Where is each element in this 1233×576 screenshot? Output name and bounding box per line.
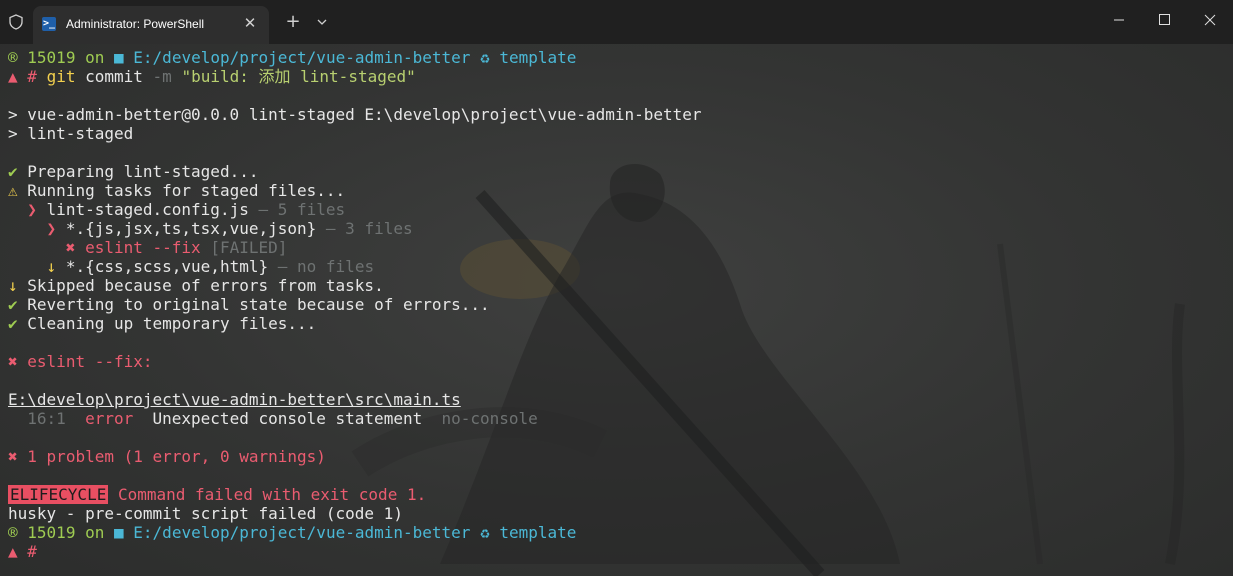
npm-script-line: > lint-staged (8, 124, 1228, 143)
close-window-button[interactable] (1187, 0, 1233, 40)
git-branch-icon: ♻ (480, 48, 490, 67)
maximize-button[interactable] (1142, 0, 1188, 40)
task-text: lint-staged.config.js (46, 200, 249, 219)
prompt-pid: 15019 (27, 48, 76, 67)
new-tab-button[interactable]: + (283, 12, 303, 32)
task-line: ✖ eslint --fix [FAILED] (8, 238, 1228, 257)
error-rule: no-console (441, 409, 538, 428)
task-text: Preparing lint-staged... (27, 162, 259, 181)
task-line: ✔ Preparing lint-staged... (8, 162, 1228, 181)
chevron-down-icon[interactable] (313, 12, 331, 32)
task-meta: — 5 files (258, 200, 346, 219)
lifecycle-line: ELIFECYCLE Command failed with exit code… (8, 485, 1228, 504)
task-line: ⚠ Running tasks for staged files... (8, 181, 1228, 200)
powershell-icon: >_ (42, 17, 56, 31)
arrow-down-icon: ↓ (8, 276, 18, 295)
task-line: ❯ lint-staged.config.js — 5 files (8, 200, 1228, 219)
task-text: Reverting to original state because of e… (27, 295, 490, 314)
prompt-path: E:/develop/project/vue-admin-better (133, 48, 471, 67)
npm-script-line: > vue-admin-better@0.0.0 lint-staged E:\… (8, 105, 1228, 124)
task-text: Skipped because of errors from tasks. (27, 276, 384, 295)
task-line: ✔ Reverting to original state because of… (8, 295, 1228, 314)
error-location: 16:1 (27, 409, 66, 428)
cross-icon: ✖ (65, 238, 76, 257)
summary-line: ✖ 1 problem (1 error, 0 warnings) (8, 447, 1228, 466)
tab-powershell[interactable]: >_ Administrator: PowerShell ✕ (33, 6, 269, 44)
minimize-button[interactable] (1096, 0, 1142, 40)
task-meta: [FAILED] (210, 238, 288, 257)
prompt-symbol-icon: ▲ (8, 542, 18, 561)
status-icon: ® (8, 48, 18, 67)
task-line: ❯ *.{js,jsx,ts,tsx,vue,json} — 3 files (8, 219, 1228, 238)
task-line: ↓ Skipped because of errors from tasks. (8, 276, 1228, 295)
task-line: ✔ Cleaning up temporary files... (8, 314, 1228, 333)
prompt-branch: template (499, 48, 577, 67)
prompt-hash: # (27, 542, 37, 561)
task-text: Running tasks for staged files... (27, 181, 346, 200)
task-text: *.{css,scss,vue,html} (65, 257, 269, 276)
terminal-output[interactable]: ® 15019 on ■ E:/develop/project/vue-admi… (0, 44, 1233, 576)
command-message: "build: 添加 lint-staged" (181, 67, 416, 86)
prompt-line: ® 15019 on ■ E:/develop/project/vue-admi… (8, 523, 1228, 542)
command-flag: -m (152, 67, 172, 86)
terminal-lines: ® 15019 on ■ E:/develop/project/vue-admi… (8, 48, 1228, 561)
file-path-link[interactable]: E:\develop\project\vue-admin-better\src\… (8, 390, 461, 409)
check-icon: ✔ (8, 162, 18, 181)
check-icon: ✔ (8, 295, 18, 314)
task-text: Cleaning up temporary files... (27, 314, 317, 333)
prompt-line: ® 15019 on ■ E:/develop/project/vue-admi… (8, 48, 1228, 67)
eslint-header-text: eslint --fix: (27, 352, 153, 371)
npm-script-text: > lint-staged (8, 124, 134, 143)
chevron-right-icon: ❯ (46, 219, 57, 238)
task-text: eslint --fix (85, 238, 201, 257)
file-path-line: E:\develop\project\vue-admin-better\src\… (8, 390, 1228, 409)
npm-script-text: > vue-admin-better@0.0.0 lint-staged E:\… (8, 105, 702, 124)
error-level: error (85, 409, 134, 428)
task-meta: — 3 files (325, 219, 413, 238)
task-text: *.{js,jsx,ts,tsx,vue,json} (65, 219, 317, 238)
prompt-pid: 15019 (27, 523, 76, 542)
git-branch-icon: ♻ (480, 523, 490, 542)
elifecycle-badge: ELIFECYCLE (8, 485, 109, 504)
cross-icon: ✖ (8, 352, 18, 371)
lifecycle-text: Command failed with exit code 1. (117, 485, 427, 504)
terminal-window: >_ Administrator: PowerShell ✕ + ® 15019… (0, 0, 1233, 576)
check-icon: ✔ (8, 314, 18, 333)
folder-icon: ■ (114, 48, 124, 67)
shield-icon[interactable] (8, 14, 24, 30)
error-message: Unexpected console statement (152, 409, 423, 428)
prompt-on: on (85, 48, 105, 67)
summary-text: 1 problem (1 error, 0 warnings) (27, 447, 326, 466)
tab-title: Administrator: PowerShell (66, 17, 205, 31)
title-bar: >_ Administrator: PowerShell ✕ + (0, 0, 1233, 44)
command-name: git (46, 67, 76, 86)
eslint-header-line: ✖ eslint --fix: (8, 352, 1228, 371)
chevron-right-icon: ❯ (27, 200, 37, 219)
arrow-down-icon: ↓ (46, 257, 57, 276)
close-tab-button[interactable]: ✕ (241, 14, 259, 32)
prompt-path: E:/develop/project/vue-admin-better (133, 523, 471, 542)
husky-text: husky - pre-commit script failed (code 1… (8, 504, 403, 523)
prompt-on: on (85, 523, 105, 542)
prompt-branch: template (499, 523, 577, 542)
prompt-symbol-icon: ▲ (8, 67, 18, 86)
prompt-hash: # (27, 67, 37, 86)
input-prompt-line[interactable]: ▲ # (8, 542, 1228, 561)
lint-error-line: 16:1 error Unexpected console statement … (8, 409, 1228, 428)
warning-icon: ⚠ (8, 181, 18, 200)
task-meta: — no files (277, 257, 375, 276)
folder-icon: ■ (114, 523, 124, 542)
status-icon: ® (8, 523, 18, 542)
command-line: ▲ # git commit -m "build: 添加 lint-staged… (8, 67, 1228, 86)
cross-icon: ✖ (8, 447, 18, 466)
husky-line: husky - pre-commit script failed (code 1… (8, 504, 1228, 523)
command-subcommand: commit (85, 67, 143, 86)
task-line: ↓ *.{css,scss,vue,html} — no files (8, 257, 1228, 276)
